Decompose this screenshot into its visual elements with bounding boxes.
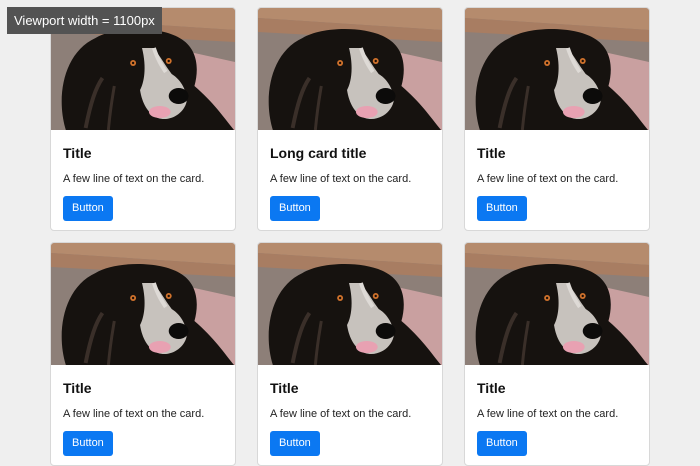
- card: Title A few line of text on the card. Bu…: [464, 242, 650, 466]
- card-text: A few line of text on the card.: [477, 173, 619, 185]
- card-body: Title A few line of text on the card. Bu…: [465, 130, 649, 230]
- card-title: Title: [63, 145, 92, 161]
- card-title: Title: [477, 380, 506, 396]
- card: Long card title A few line of text on th…: [257, 7, 443, 231]
- card-text: A few line of text on the card.: [477, 408, 619, 420]
- card-body: Title A few line of text on the card. Bu…: [258, 365, 442, 465]
- card-title: Title: [270, 380, 299, 396]
- card-title: Long card title: [270, 145, 367, 161]
- dog-photo: [465, 8, 649, 130]
- card-text: A few line of text on the card.: [270, 173, 412, 185]
- card-text: A few line of text on the card.: [63, 173, 205, 185]
- card-body: Long card title A few line of text on th…: [258, 130, 442, 230]
- viewport-width-badge: Viewport width = 1100px: [7, 7, 162, 34]
- dog-photo: [258, 243, 442, 365]
- card-body: Title A few line of text on the card. Bu…: [51, 365, 235, 465]
- card-text: A few line of text on the card.: [270, 408, 412, 420]
- dog-photo: [465, 243, 649, 365]
- card: Title A few line of text on the card. Bu…: [464, 7, 650, 231]
- card-button[interactable]: Button: [477, 196, 527, 221]
- card-button[interactable]: Button: [63, 196, 113, 221]
- card: Title A few line of text on the card. Bu…: [50, 242, 236, 466]
- card-button[interactable]: Button: [270, 196, 320, 221]
- card: Title A few line of text on the card. Bu…: [257, 242, 443, 466]
- card-button[interactable]: Button: [63, 431, 113, 456]
- dog-photo: [258, 8, 442, 130]
- card-grid: Title A few line of text on the card. Bu…: [50, 7, 650, 466]
- card-button[interactable]: Button: [270, 431, 320, 456]
- card: Title A few line of text on the card. Bu…: [50, 7, 236, 231]
- card-text: A few line of text on the card.: [63, 408, 205, 420]
- card-body: Title A few line of text on the card. Bu…: [51, 130, 235, 230]
- card-button[interactable]: Button: [477, 431, 527, 456]
- card-title: Title: [63, 380, 92, 396]
- card-title: Title: [477, 145, 506, 161]
- card-body: Title A few line of text on the card. Bu…: [465, 365, 649, 465]
- dog-photo: [51, 243, 235, 365]
